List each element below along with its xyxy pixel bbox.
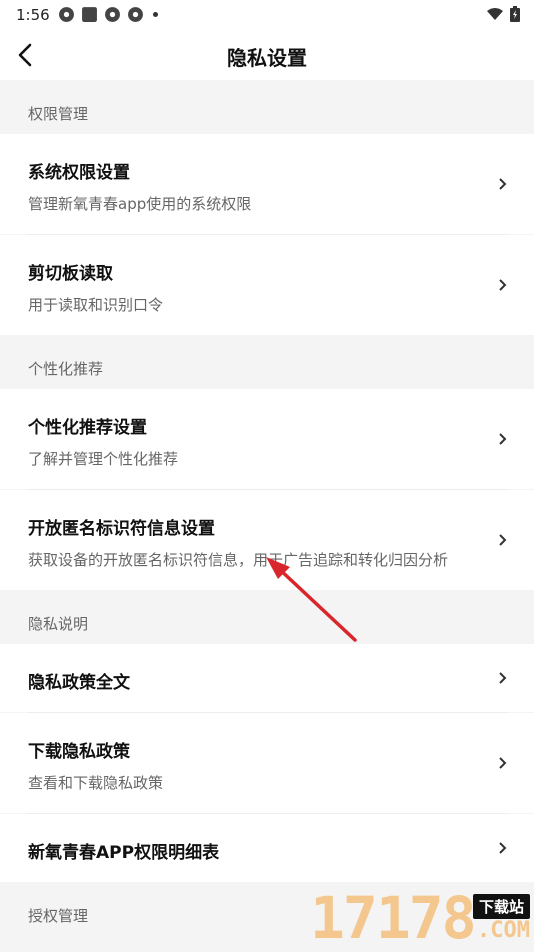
menu-item-system-permissions[interactable]: 系统权限设置 管理新氧青春app使用的系统权限 [0,134,534,234]
battery-icon [510,6,520,22]
chevron-right-icon [499,178,507,190]
menu-item-clipboard[interactable]: 剪切板读取 用于读取和识别口令 [0,235,534,335]
item-subtitle: 获取设备的开放匿名标识符信息，用于广告追踪和转化归因分析 [28,551,449,569]
top-app-bar: 隐私设置 [0,30,534,80]
watermark-number: 17178 [310,884,477,952]
app-notification-icon [128,7,143,22]
app-notification-icon [59,7,74,22]
chevron-right-icon [499,534,507,546]
item-subtitle: 用于读取和识别口令 [28,296,164,314]
item-title: 隐私政策全文 [28,673,130,693]
square-notification-icon [82,7,97,22]
section-header-permissions: 权限管理 [0,80,534,134]
menu-item-download-privacy-policy[interactable]: 下载隐私政策 查看和下载隐私政策 [0,713,534,813]
section-label: 个性化推荐 [28,360,104,378]
menu-item-oaid-settings[interactable]: 开放匿名标识符信息设置 获取设备的开放匿名标识符信息，用于广告追踪和转化归因分析 [0,490,534,590]
chevron-right-icon [499,672,507,684]
chevron-right-icon [499,757,507,769]
section-label: 授权管理 [28,907,89,925]
section-label: 隐私说明 [28,615,89,633]
watermark-domain: .COM [477,918,530,943]
system-status-icons [486,6,520,22]
section-header-personalization: 个性化推荐 [0,335,534,389]
item-title: 开放匿名标识符信息设置 [28,519,215,539]
more-notifications-dot-icon [153,12,158,17]
item-title: 剪切板读取 [28,264,113,284]
item-subtitle: 管理新氧青春app使用的系统权限 [28,195,252,213]
wifi-icon [487,8,503,20]
section-label: 权限管理 [28,105,89,123]
watermark-tag: 下载站 [472,894,530,919]
section-header-privacy-info: 隐私说明 [0,590,534,644]
item-title: 系统权限设置 [28,163,130,183]
status-bar: 1:56 [0,0,534,30]
item-title: 个性化推荐设置 [28,418,147,438]
item-subtitle: 查看和下载隐私政策 [28,774,164,792]
notification-icons [58,6,158,23]
menu-item-permission-list[interactable]: 新氧青春APP权限明细表 [0,814,534,882]
item-subtitle: 了解并管理个性化推荐 [28,450,179,468]
site-watermark: 17178 下载站 .COM [308,884,534,950]
status-time: 1:56 [16,6,50,24]
chevron-right-icon [499,279,507,291]
app-notification-icon [105,7,120,22]
page-title: 隐私设置 [227,46,307,70]
menu-item-recommendation-settings[interactable]: 个性化推荐设置 了解并管理个性化推荐 [0,389,534,489]
item-title: 新氧青春APP权限明细表 [28,843,220,863]
chevron-right-icon [499,842,507,854]
menu-item-privacy-policy-full[interactable]: 隐私政策全文 [0,644,534,712]
item-title: 下载隐私政策 [28,742,130,762]
chevron-right-icon [499,433,507,445]
